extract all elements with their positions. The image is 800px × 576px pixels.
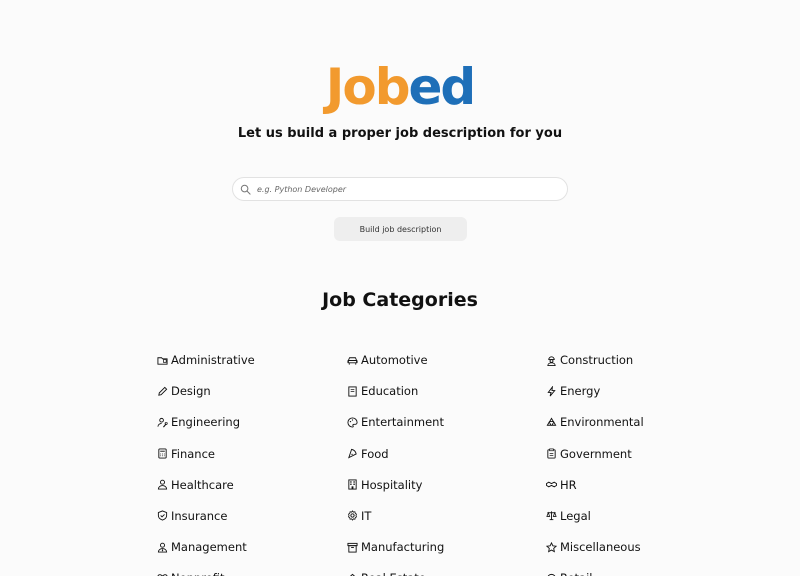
book-icon bbox=[347, 386, 358, 397]
category-label: Manufacturing bbox=[361, 540, 445, 555]
shield-icon bbox=[157, 510, 168, 522]
category-label: Food bbox=[361, 446, 389, 461]
category-item-finance[interactable]: Finance bbox=[157, 444, 347, 464]
category-label: Insurance bbox=[171, 508, 228, 523]
category-item-engineering[interactable]: Engineering bbox=[157, 412, 347, 432]
tagline: Let us build a proper job description fo… bbox=[237, 126, 563, 141]
logo-part-ed: ed bbox=[408, 58, 477, 116]
category-item-healthcare[interactable]: Healthcare bbox=[157, 475, 347, 495]
category-label: Finance bbox=[171, 446, 215, 461]
palette-icon bbox=[347, 417, 358, 428]
category-label: Management bbox=[171, 540, 247, 555]
category-item-manufacturing[interactable]: Manufacturing bbox=[347, 537, 546, 557]
category-item-construction[interactable]: Construction bbox=[546, 350, 697, 370]
category-item-management[interactable]: Management bbox=[157, 537, 347, 557]
category-item-government[interactable]: Government bbox=[546, 444, 697, 464]
search-bar[interactable] bbox=[232, 177, 568, 201]
category-label: Real Estate bbox=[361, 571, 426, 576]
category-item-hospitality[interactable]: Hospitality bbox=[347, 475, 546, 495]
pencil-icon bbox=[157, 386, 168, 397]
category-item-it[interactable]: IT bbox=[347, 506, 546, 526]
category-item-retail[interactable]: Retail bbox=[546, 568, 697, 576]
category-label: Miscellaneous bbox=[560, 540, 641, 555]
logo-part-job: Job bbox=[325, 58, 411, 116]
category-label: Entertainment bbox=[361, 415, 444, 430]
pizza-icon bbox=[347, 448, 358, 459]
search-icon bbox=[239, 183, 251, 195]
category-label: Legal bbox=[560, 508, 591, 523]
lightning-icon bbox=[546, 385, 557, 397]
category-label: Retail bbox=[560, 571, 593, 576]
category-label: IT bbox=[361, 508, 372, 523]
category-item-insurance[interactable]: Insurance bbox=[157, 506, 347, 526]
category-item-administrative[interactable]: Administrative bbox=[157, 350, 347, 370]
category-item-nonprofit[interactable]: Nonprofit bbox=[157, 568, 347, 576]
build-job-description-button[interactable]: Build job description bbox=[334, 217, 467, 241]
category-item-design[interactable]: Design bbox=[157, 381, 347, 401]
folder-icon bbox=[157, 355, 168, 366]
hotel-icon bbox=[347, 479, 358, 490]
category-item-miscellaneous[interactable]: Miscellaneous bbox=[546, 537, 697, 557]
engineer-icon bbox=[157, 417, 168, 428]
categories-grid: Administrative Automotive Construction Desi… bbox=[157, 350, 697, 576]
category-label: Engineering bbox=[171, 415, 240, 430]
category-label: Hospitality bbox=[361, 477, 423, 492]
worker-icon bbox=[546, 355, 557, 366]
car-icon bbox=[347, 355, 358, 366]
category-label: Government bbox=[560, 446, 632, 461]
category-item-environmental[interactable]: Environmental bbox=[546, 412, 697, 432]
handshake-icon bbox=[546, 479, 557, 490]
clipboard-icon bbox=[546, 448, 557, 459]
gear-icon bbox=[347, 510, 358, 522]
category-label: Energy bbox=[560, 384, 601, 399]
doctor-icon bbox=[157, 479, 168, 490]
category-item-legal[interactable]: Legal bbox=[546, 506, 697, 526]
category-label: HR bbox=[560, 477, 577, 492]
category-label: Education bbox=[361, 384, 419, 399]
star-icon bbox=[546, 541, 557, 553]
category-label: Healthcare bbox=[171, 477, 234, 492]
scale-icon bbox=[546, 510, 557, 521]
logo: Jobed bbox=[0, 58, 800, 116]
category-label: Administrative bbox=[171, 353, 255, 367]
recycle-icon bbox=[546, 417, 557, 428]
search-input[interactable] bbox=[257, 184, 557, 194]
category-label: Construction bbox=[560, 353, 634, 367]
calculator-icon bbox=[157, 448, 168, 459]
category-item-real-estate[interactable]: Real Estate bbox=[347, 568, 546, 576]
job-categories-title: Job Categories bbox=[322, 289, 478, 311]
category-item-entertainment[interactable]: Entertainment bbox=[347, 412, 546, 432]
category-label: Environmental bbox=[560, 415, 644, 430]
category-item-hr[interactable]: HR bbox=[546, 475, 697, 495]
category-item-education[interactable]: Education bbox=[347, 381, 546, 401]
category-item-energy[interactable]: Energy bbox=[546, 381, 697, 401]
manager-icon bbox=[157, 542, 168, 553]
category-label: Design bbox=[171, 384, 211, 399]
category-label: Nonprofit bbox=[171, 571, 225, 576]
category-item-automotive[interactable]: Automotive bbox=[347, 350, 546, 370]
category-label: Automotive bbox=[361, 353, 428, 367]
box-icon bbox=[347, 542, 358, 553]
category-item-food[interactable]: Food bbox=[347, 444, 546, 464]
